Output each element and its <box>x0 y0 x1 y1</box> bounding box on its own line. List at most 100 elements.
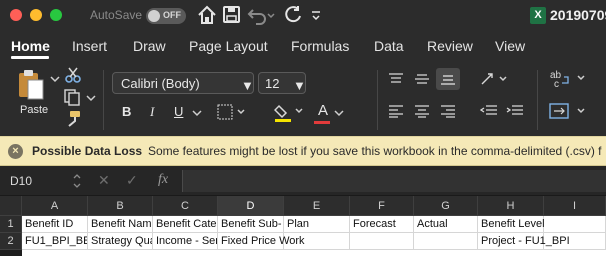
name-box-value: D10 <box>10 174 33 188</box>
cell-f2[interactable] <box>350 233 414 250</box>
tab-review[interactable]: Review <box>427 38 473 54</box>
cell-d1[interactable]: Benefit Sub- <box>218 216 284 233</box>
cancel-entry-icon[interactable]: ✕ <box>98 172 110 189</box>
italic-button[interactable]: I <box>150 104 154 120</box>
cell-f1[interactable]: Forecast <box>350 216 414 233</box>
fill-color-icon[interactable] <box>274 102 304 124</box>
underline-dropdown-icon[interactable] <box>192 108 202 118</box>
cell-g1[interactable]: Actual <box>414 216 478 233</box>
borders-icon[interactable] <box>216 104 246 120</box>
column-header-c[interactable]: C <box>153 196 218 216</box>
cell-e1[interactable]: Plan <box>284 216 350 233</box>
column-header-i[interactable]: I <box>544 196 606 216</box>
font-size-select[interactable]: 12 ▼ <box>258 72 306 94</box>
toggle-knob <box>148 10 160 22</box>
tab-formulas[interactable]: Formulas <box>291 38 349 54</box>
tab-page-layout[interactable]: Page Layout <box>189 38 268 54</box>
cell-h1[interactable]: Benefit Level <box>478 216 545 233</box>
column-header-g[interactable]: G <box>414 196 478 216</box>
message-text: Some features might be lost if you save … <box>148 144 602 158</box>
column-header-a[interactable]: A <box>22 196 88 216</box>
cell-c1[interactable]: Benefit Cate <box>153 216 218 233</box>
close-window-button[interactable] <box>10 9 22 21</box>
redo-icon[interactable] <box>282 4 304 26</box>
worksheet-grid: ABCDEFGHI 1 Benefit ID Benefit Nam Benefit … <box>0 196 606 256</box>
tab-home[interactable]: Home <box>11 38 50 54</box>
title-bar: AutoSave OFF X 20190709 <box>0 0 606 32</box>
tab-insert[interactable]: Insert <box>72 38 107 54</box>
confirm-entry-icon[interactable]: ✓ <box>126 172 138 189</box>
svg-text:c: c <box>554 79 559 90</box>
active-tab-indicator <box>11 56 49 59</box>
align-center-icon[interactable] <box>414 104 430 118</box>
paste-icon[interactable] <box>16 68 46 102</box>
row-header-1[interactable]: 1 <box>0 216 22 233</box>
select-all-corner[interactable] <box>0 196 22 216</box>
autosave-label: AutoSave <box>90 8 143 22</box>
font-name-select[interactable]: Calibri (Body) ▼ <box>112 72 254 94</box>
align-left-icon[interactable] <box>388 104 404 118</box>
chevron-down-icon: ▼ <box>241 78 254 93</box>
excel-file-icon: X <box>530 7 546 24</box>
bold-button[interactable]: B <box>122 104 131 119</box>
column-header-f[interactable]: F <box>350 196 414 216</box>
increase-indent-icon[interactable] <box>506 104 524 118</box>
align-top-icon[interactable] <box>388 72 404 86</box>
autosave-state: OFF <box>163 10 181 20</box>
undo-dropdown-icon[interactable] <box>266 4 276 26</box>
formula-input[interactable] <box>182 170 606 192</box>
paste-label[interactable]: Paste <box>20 104 48 116</box>
format-painter-icon[interactable] <box>64 110 82 128</box>
tab-draw[interactable]: Draw <box>133 38 166 54</box>
wrap-text-icon[interactable]: ab c <box>548 68 588 90</box>
document-title: 20190709 <box>550 7 606 23</box>
cell-b1[interactable]: Benefit Nam <box>88 216 153 233</box>
name-box-stepper-icon[interactable] <box>72 172 82 190</box>
align-bottom-button[interactable] <box>436 68 460 90</box>
zoom-window-button[interactable] <box>50 9 62 21</box>
message-title: Possible Data Loss <box>32 144 143 158</box>
decrease-indent-icon[interactable] <box>480 104 498 118</box>
font-size-value: 12 <box>265 76 280 91</box>
cut-icon[interactable] <box>64 66 82 84</box>
close-message-icon[interactable]: × <box>8 144 23 159</box>
row-header-2[interactable]: 2 <box>0 233 22 250</box>
insert-function-icon[interactable]: fx <box>158 172 168 188</box>
underline-button[interactable]: U <box>174 104 183 119</box>
merge-center-icon[interactable] <box>548 102 588 122</box>
minimize-window-button[interactable] <box>30 9 42 21</box>
column-header-e[interactable]: E <box>284 196 350 216</box>
home-icon[interactable] <box>196 4 218 26</box>
ribbon-separator <box>537 70 538 130</box>
save-icon[interactable] <box>222 4 242 26</box>
paste-dropdown-icon[interactable] <box>50 74 60 84</box>
cell-a1[interactable]: Benefit ID <box>22 216 88 233</box>
align-middle-icon[interactable] <box>414 72 430 86</box>
font-color-dropdown-icon[interactable] <box>334 108 344 118</box>
cell-b2[interactable]: Strategy Qua <box>88 233 153 250</box>
autosave-toggle[interactable]: OFF <box>146 8 186 24</box>
cell-g2[interactable] <box>414 233 478 250</box>
column-header-b[interactable]: B <box>88 196 153 216</box>
column-header-d[interactable]: D <box>218 196 284 216</box>
font-color-swatch <box>314 121 330 124</box>
undo-icon[interactable] <box>246 4 268 26</box>
copy-icon[interactable] <box>63 88 85 106</box>
ribbon-home: Paste Calibri (Body) ▼ 12 ▼ B I U A ab c <box>0 60 606 136</box>
tab-view[interactable]: View <box>495 38 525 54</box>
tab-data[interactable]: Data <box>374 38 404 54</box>
font-name-value: Calibri (Body) <box>121 76 200 91</box>
align-bottom-icon <box>441 75 455 85</box>
orientation-icon[interactable] <box>480 70 510 88</box>
customize-toolbar-icon[interactable] <box>310 4 322 26</box>
cell-a2[interactable]: FU1_BPI_BE <box>22 233 88 250</box>
cell-d2[interactable]: Fixed Price Work <box>218 233 305 250</box>
ribbon-separator <box>103 70 104 130</box>
cell-c2[interactable]: Income - Ser <box>153 233 218 250</box>
copy-dropdown-icon[interactable] <box>86 93 96 103</box>
font-color-button[interactable]: A <box>318 102 328 119</box>
column-header-h[interactable]: H <box>478 196 544 216</box>
cell-h2[interactable]: Project - FU1_BPI <box>478 233 570 250</box>
cell-i1[interactable] <box>544 216 606 233</box>
align-right-icon[interactable] <box>440 104 456 118</box>
